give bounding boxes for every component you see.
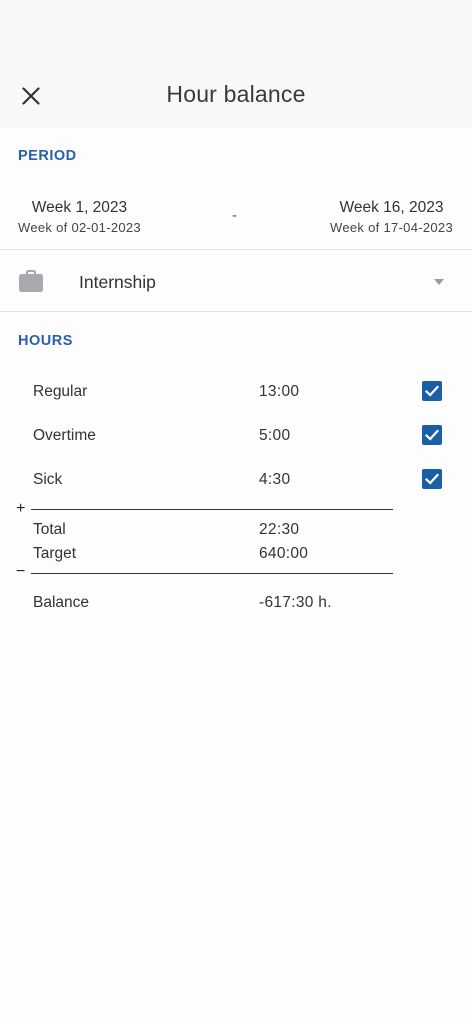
period-section-label: PERIOD — [18, 148, 77, 164]
hour-row-regular: Regular 13:00 — [0, 378, 472, 408]
hour-row-overtime: Overtime 5:00 — [0, 422, 472, 452]
period-end[interactable]: Week 16, 2023 Week of 17-04-2023 — [330, 199, 453, 235]
target-value: 640:00 — [259, 545, 309, 562]
minus-sign: − — [16, 563, 26, 580]
overtime-checkbox[interactable] — [422, 425, 442, 445]
balance-row: Balance -617:30 h. — [0, 589, 472, 619]
sum-line — [31, 509, 393, 510]
hours-section-label: HOURS — [18, 333, 73, 349]
period-start[interactable]: Week 1, 2023 Week of 02-01-2023 — [18, 199, 141, 235]
period-start-week-of: Week of 02-01-2023 — [18, 220, 141, 235]
period-end-week-of: Week of 17-04-2023 — [330, 220, 453, 235]
total-value: 22:30 — [259, 521, 300, 538]
dropdown-arrow-icon — [434, 279, 444, 285]
page-title: Hour balance — [166, 81, 306, 107]
balance-value: -617:30 h. — [259, 594, 332, 611]
hour-label: Regular — [33, 383, 88, 400]
hour-label: Overtime — [33, 427, 96, 444]
checkmark-icon — [425, 429, 439, 441]
hour-label: Sick — [33, 471, 63, 488]
balance-label: Balance — [33, 594, 90, 611]
period-end-week: Week 16, 2023 — [339, 199, 444, 216]
hour-row-sick: Sick 4:30 — [0, 466, 472, 496]
target-row: Target 640:00 — [0, 540, 472, 570]
target-label: Target — [33, 545, 77, 562]
period-separator: - — [232, 207, 237, 224]
briefcase-icon — [19, 270, 43, 292]
hour-value: 13:00 — [259, 383, 300, 400]
checkmark-icon — [425, 473, 439, 485]
regular-checkbox[interactable] — [422, 381, 442, 401]
project-selector[interactable]: Internship — [0, 251, 472, 311]
divider — [0, 249, 472, 250]
checkmark-icon — [425, 385, 439, 397]
header-bar: Hour balance — [0, 0, 472, 127]
period-start-week: Week 1, 2023 — [31, 199, 128, 216]
project-label: Internship — [79, 272, 156, 292]
hour-value: 5:00 — [259, 427, 291, 444]
divider — [0, 311, 472, 312]
sick-checkbox[interactable] — [422, 469, 442, 489]
total-label: Total — [33, 521, 66, 538]
difference-line — [31, 573, 393, 574]
hour-value: 4:30 — [259, 471, 291, 488]
